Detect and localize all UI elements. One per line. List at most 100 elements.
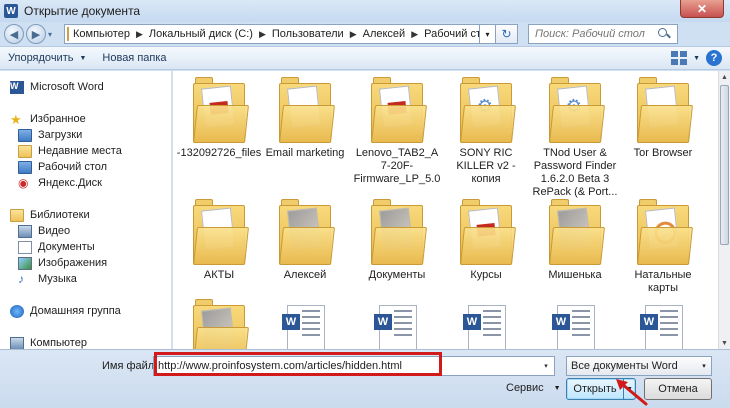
nav-item-documents[interactable]: Документы bbox=[18, 239, 95, 255]
word-document-icon: W bbox=[637, 301, 689, 349]
folder-item[interactable]: АКТЫ bbox=[175, 199, 263, 282]
folder-icon bbox=[193, 77, 249, 143]
open-options-dropdown[interactable]: ▼ bbox=[623, 379, 635, 399]
scroll-down-arrow[interactable]: ▼ bbox=[719, 337, 730, 349]
new-folder-button[interactable]: Новая папка bbox=[94, 48, 174, 68]
file-name-history-dropdown[interactable]: ▾ bbox=[539, 362, 553, 370]
nav-item-video[interactable]: Видео bbox=[18, 223, 70, 239]
folder-item[interactable]: Натальные карты bbox=[619, 199, 707, 295]
word-document-item[interactable]: W bbox=[261, 301, 349, 349]
nav-item-music[interactable]: ♪ Музыка bbox=[18, 271, 77, 287]
chevron-down-icon: ▼ bbox=[553, 384, 561, 392]
change-view-icon[interactable] bbox=[671, 51, 688, 65]
help-icon[interactable]: ? bbox=[706, 50, 722, 66]
file-name: TNod User & Password Finder 1.6.2.0 Beta… bbox=[532, 147, 618, 198]
computer-icon bbox=[10, 336, 24, 349]
close-button[interactable]: ✕ bbox=[680, 0, 724, 18]
folder-item[interactable]: Мишенька bbox=[531, 199, 619, 282]
folder-item[interactable]: -132092726_files bbox=[175, 77, 263, 160]
nav-item-downloads[interactable]: Загрузки bbox=[18, 127, 82, 143]
file-name-input[interactable] bbox=[154, 360, 539, 372]
nav-item-microsoft-word[interactable]: W Microsoft Word bbox=[10, 79, 104, 95]
breadcrumb-user[interactable]: Алексей ▶ bbox=[363, 28, 425, 40]
file-name-combo[interactable]: ▾ bbox=[153, 356, 555, 376]
breadcrumb-computer[interactable]: Компьютер ▶ bbox=[73, 28, 149, 40]
nav-item-favorites[interactable]: ★ Избранное bbox=[10, 111, 86, 127]
nav-item-yandex-disk[interactable]: ◉ Яндекс.Диск bbox=[18, 175, 102, 191]
folder-item[interactable]: Tor Browser bbox=[619, 77, 707, 160]
nav-item-computer[interactable]: Компьютер bbox=[10, 335, 87, 349]
music-library-icon: ♪ bbox=[18, 271, 24, 286]
word-document-item[interactable]: W bbox=[442, 301, 530, 349]
folder-item[interactable]: Lenovo_TAB2_A7-20F-Firmware_LP_5.0 bbox=[353, 77, 441, 186]
nav-item-recent-places[interactable]: Недавние места bbox=[18, 143, 122, 159]
folder-item[interactable]: Курсы bbox=[442, 199, 530, 282]
word-icon: W bbox=[10, 80, 24, 94]
folder-item[interactable]: Email marketing bbox=[261, 77, 349, 160]
vertical-scrollbar[interactable]: ▲ ▼ bbox=[718, 71, 730, 349]
word-document-item[interactable]: W bbox=[619, 301, 707, 349]
file-name: Lenovo_TAB2_A7-20F-Firmware_LP_5.0 bbox=[353, 147, 441, 185]
folder-item[interactable]: Документы bbox=[353, 199, 441, 282]
cancel-button[interactable]: Отмена bbox=[644, 378, 712, 400]
file-name: Мишенька bbox=[548, 269, 602, 281]
downloads-folder-icon bbox=[18, 128, 32, 142]
nav-item-desktop[interactable]: Рабочий стол bbox=[18, 159, 107, 175]
folder-icon bbox=[193, 199, 249, 265]
file-name: SONY RIC KILLER v2 - копия bbox=[456, 147, 516, 185]
window-title: Открытие документа bbox=[24, 4, 141, 18]
word-document-icon: W bbox=[549, 301, 601, 349]
forward-button[interactable]: ▶ bbox=[26, 24, 46, 44]
search-box[interactable] bbox=[528, 24, 678, 44]
scroll-up-arrow[interactable]: ▲ bbox=[719, 71, 730, 83]
chevron-down-icon: ▾ bbox=[702, 363, 706, 370]
organize-menu[interactable]: Упорядочить ▼ bbox=[0, 48, 94, 68]
documents-library-icon bbox=[18, 240, 32, 254]
file-type-select[interactable]: Все документы Word ▾ bbox=[566, 356, 712, 376]
nav-item-homegroup[interactable]: Домашняя группа bbox=[10, 303, 121, 319]
file-name: Tor Browser bbox=[633, 147, 693, 159]
word-document-item[interactable]: W bbox=[531, 301, 619, 349]
address-row: ◀ ▶ ▾ Компьютер ▶ Локальный диск (C:) ▶ По… bbox=[0, 22, 730, 46]
folder-item[interactable]: SONY RIC KILLER v2 - копия bbox=[442, 77, 530, 186]
word-document-item[interactable]: W bbox=[353, 301, 441, 349]
folder-icon bbox=[371, 199, 427, 265]
tools-menu[interactable]: Сервис ▼ bbox=[506, 382, 561, 394]
folder-icon bbox=[549, 77, 605, 143]
folder-icon bbox=[637, 77, 693, 143]
search-input[interactable] bbox=[535, 28, 653, 40]
breadcrumb-desktop[interactable]: Рабочий стол▶ bbox=[424, 28, 479, 40]
file-name: Email marketing bbox=[265, 147, 345, 159]
word-document-icon: W bbox=[460, 301, 512, 349]
nav-item-libraries[interactable]: Библиотеки bbox=[10, 207, 90, 223]
recent-places-icon bbox=[18, 144, 32, 158]
address-bar[interactable]: Компьютер ▶ Локальный диск (C:) ▶ Пользова… bbox=[64, 24, 480, 44]
address-history-dropdown[interactable]: ▾ bbox=[480, 24, 496, 44]
open-button[interactable]: Открыть ▼ bbox=[566, 378, 636, 400]
folder-icon bbox=[193, 299, 249, 349]
recent-locations-dropdown[interactable]: ▾ bbox=[48, 30, 58, 39]
folder-icon bbox=[637, 199, 693, 265]
folder-item[interactable]: Алексей bbox=[261, 199, 349, 282]
file-name: Документы bbox=[368, 269, 426, 281]
file-name: -132092726_files bbox=[176, 147, 262, 159]
word-document-icon: W bbox=[279, 301, 331, 349]
view-options-dropdown[interactable]: ▼ bbox=[693, 55, 700, 62]
title-bar: W Открытие документа ✕ bbox=[0, 0, 730, 22]
refresh-button[interactable]: ↻ bbox=[496, 24, 518, 44]
scroll-thumb[interactable] bbox=[720, 85, 729, 245]
folder-icon bbox=[279, 199, 335, 265]
folder-icon bbox=[67, 27, 69, 41]
pictures-library-icon bbox=[18, 256, 32, 270]
file-list: -132092726_files Email marketing Lenovo_… bbox=[173, 71, 718, 349]
breadcrumb-users[interactable]: Пользователи ▶ bbox=[272, 28, 363, 40]
back-button[interactable]: ◀ bbox=[4, 24, 24, 44]
desktop-icon bbox=[18, 160, 32, 174]
breadcrumb-local-disk[interactable]: Локальный диск (C:) ▶ bbox=[149, 28, 272, 40]
folder-item[interactable] bbox=[175, 299, 263, 349]
star-icon: ★ bbox=[10, 111, 22, 127]
nav-item-pictures[interactable]: Изображения bbox=[18, 255, 107, 271]
homegroup-icon bbox=[10, 304, 24, 318]
file-name: Курсы bbox=[470, 269, 502, 281]
folder-item[interactable]: TNod User & Password Finder 1.6.2.0 Beta… bbox=[531, 77, 619, 199]
